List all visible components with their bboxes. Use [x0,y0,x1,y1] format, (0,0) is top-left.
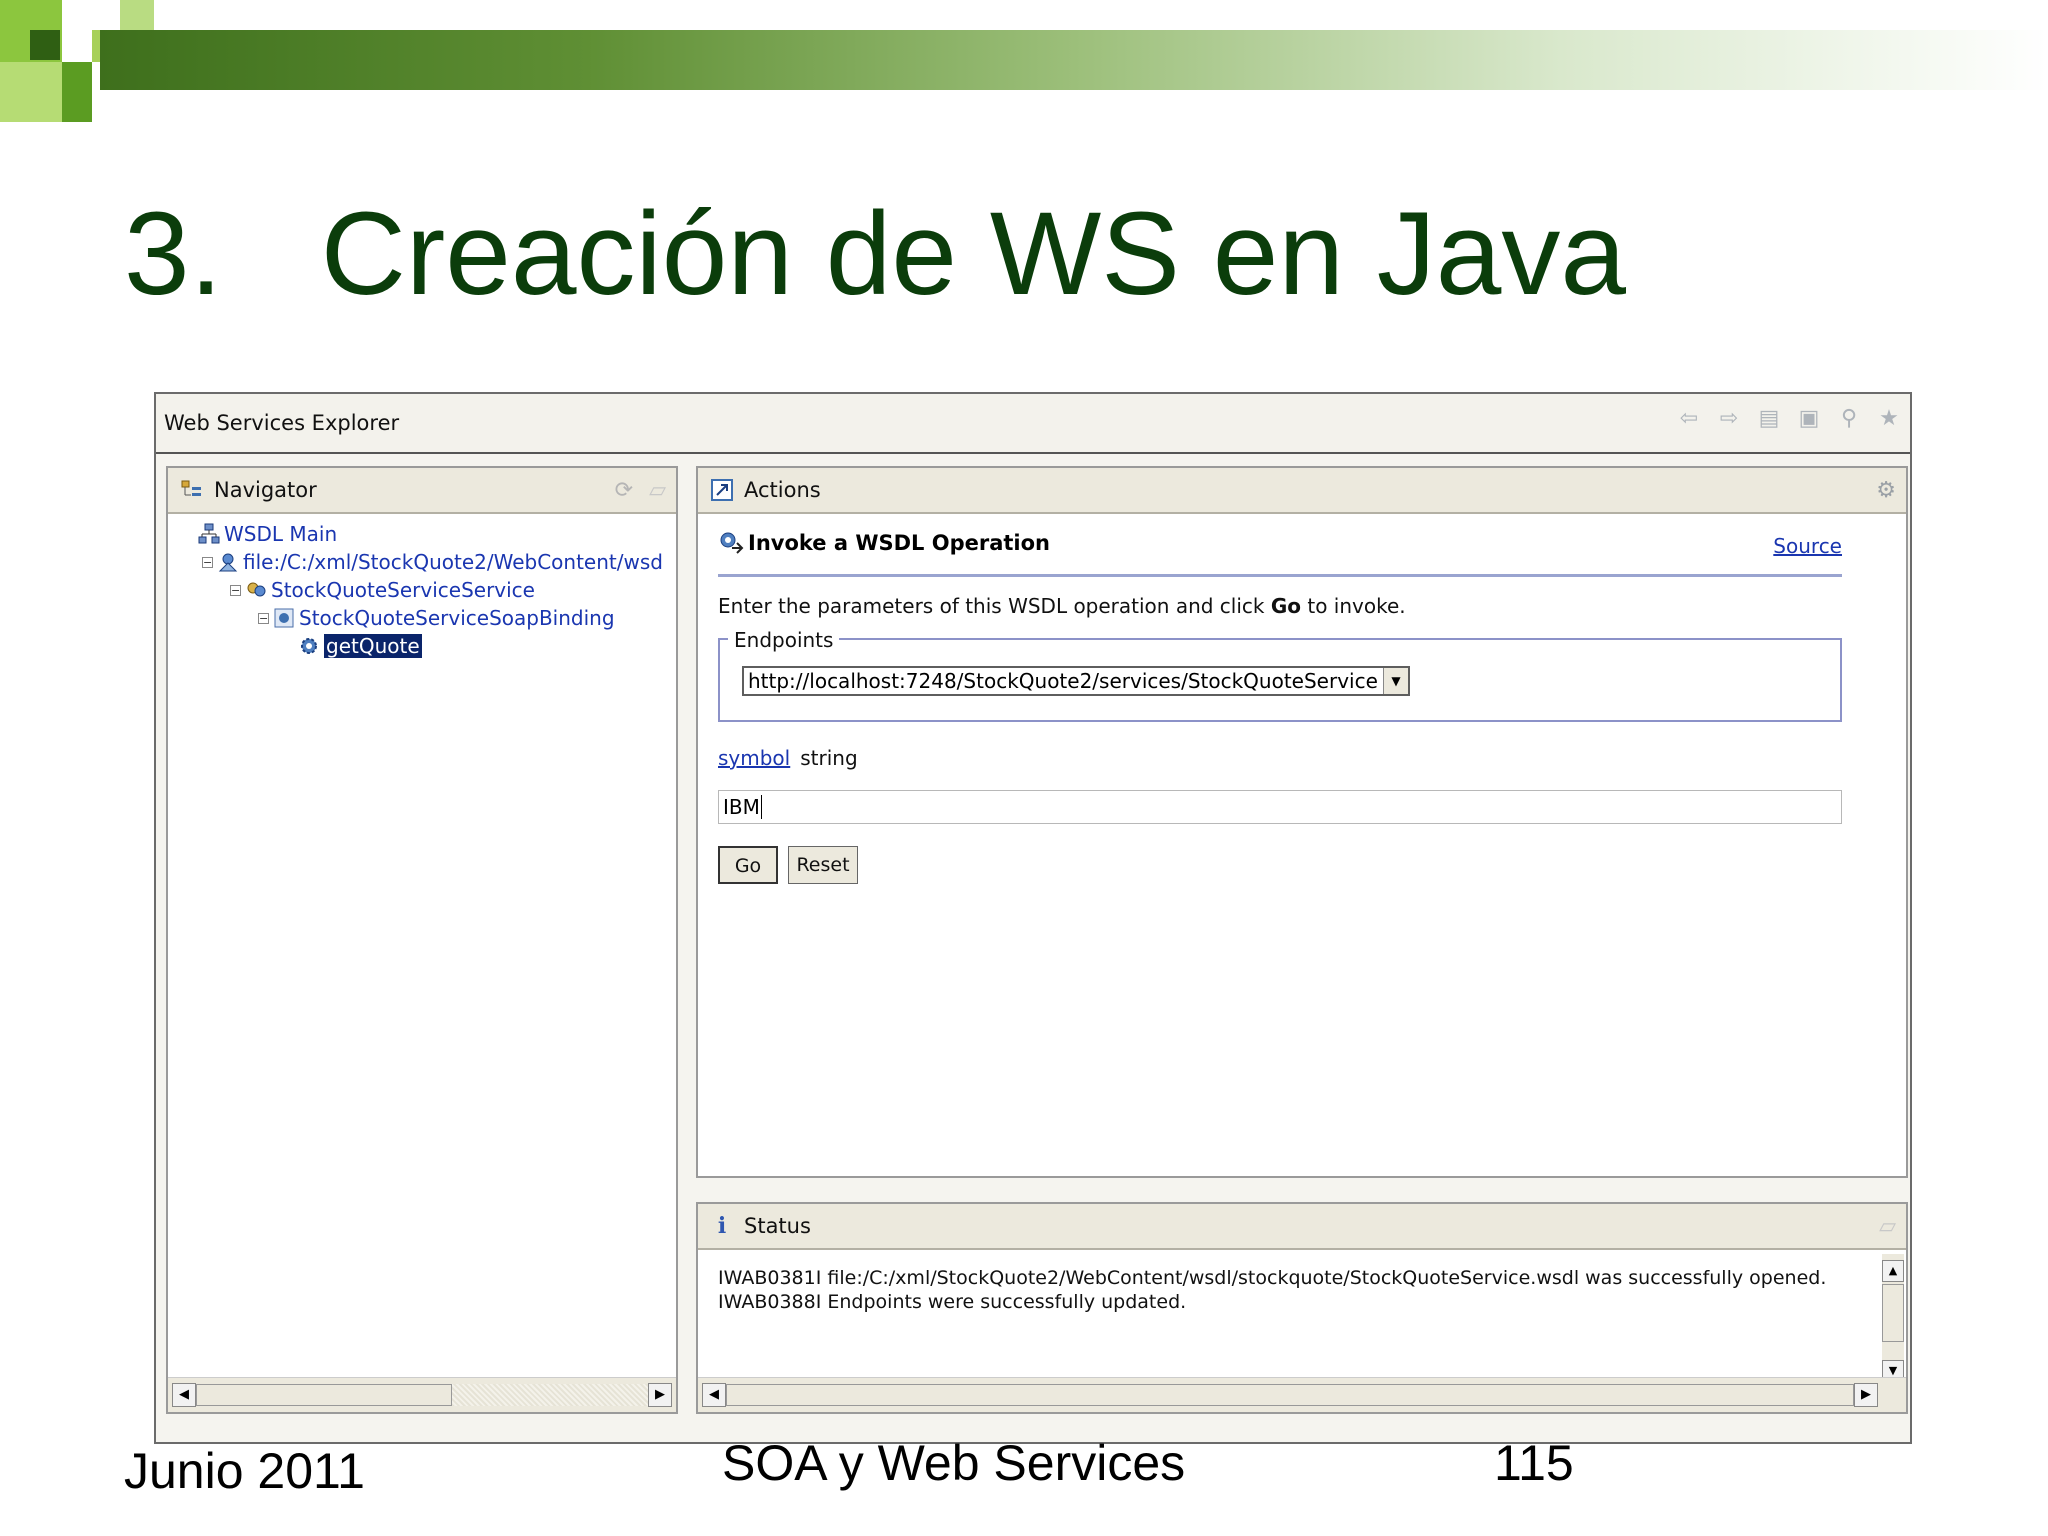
go-button[interactable]: Go [718,846,778,884]
dropdown-arrow-icon[interactable]: ▼ [1383,668,1408,694]
collapse-icon[interactable]: − [258,612,269,624]
source-link[interactable]: Source [1773,534,1842,558]
scroll-thumb[interactable] [196,1384,452,1406]
tree-node-wsdl-main[interactable]: WSDL Main [198,522,337,546]
scroll-left-icon[interactable]: ◀ [172,1383,196,1407]
wsdl-main-icon [198,523,220,545]
status-line: IWAB0381I file:/C:/xml/StockQuote2/WebCo… [718,1267,1827,1289]
wsdl-file-icon [217,551,239,573]
tree-node-operation-selected[interactable]: getQuote [298,634,422,658]
navigator-title: Navigator [214,478,317,502]
status-pane: i Status ▱ IWAB0381I file:/C:/xml/StockQ… [696,1202,1908,1414]
refresh-icon[interactable]: ⟳ [615,478,633,503]
footer-course: SOA y Web Services [722,1435,1186,1491]
endpoints-label: Endpoints [728,628,840,652]
clear-status-icon[interactable]: ▱ [1879,1214,1896,1239]
binding-icon [273,607,295,629]
invoke-icon [718,530,744,556]
clear-icon[interactable]: ▱ [649,478,666,503]
info-icon: i [717,1213,727,1239]
window-toolbar: ⇦ ⇨ ▤ ▣ ⚲ ★ [1676,406,1902,432]
scroll-right-icon[interactable]: ▶ [648,1383,672,1407]
scroll-track[interactable] [452,1384,648,1406]
invoke-heading: Invoke a WSDL Operation [718,530,1050,556]
symbol-input[interactable]: IBM​ [718,790,1842,824]
collapse-icon[interactable]: − [202,556,213,568]
maximize-icon[interactable]: ⚙ [1876,478,1896,503]
uddi-page-icon[interactable]: ▤ [1756,406,1782,432]
tree-node-service[interactable]: − StockQuoteServiceService [230,578,535,602]
back-icon[interactable]: ⇦ [1676,406,1702,432]
scroll-left-icon[interactable]: ◀ [702,1383,726,1407]
navigator-pane: Navigator ⟳ ▱ WSDL Main − file:/C:/xml/S… [166,466,678,1414]
scroll-right-icon[interactable]: ▶ [1854,1383,1878,1407]
navigator-icon [180,478,204,502]
collapse-icon[interactable]: − [230,584,241,596]
parameter-label-row: symbol string [718,746,858,770]
scroll-up-icon[interactable]: ▲ [1882,1260,1904,1282]
status-header: i Status ▱ [698,1204,1906,1250]
heading-divider [718,574,1842,577]
forward-icon[interactable]: ⇨ [1716,406,1742,432]
operation-icon [298,635,320,657]
navigator-horizontal-scrollbar[interactable]: ◀ ▶ [168,1377,676,1412]
favorites-icon[interactable]: ★ [1876,406,1902,432]
wsdl-page-icon[interactable]: ⚲ [1836,406,1862,432]
actions-pane: Actions ⚙ Invoke a WSDL Operation Source… [696,466,1908,1178]
tree-node-binding[interactable]: − StockQuoteServiceSoapBinding [258,606,615,630]
navigator-header: Navigator ⟳ ▱ [168,468,676,514]
actions-header: Actions ⚙ [698,468,1906,514]
footer-date: Junio 2011 [124,1443,365,1499]
navigator-tree: WSDL Main − file:/C:/xml/StockQuote2/Web… [168,514,676,1376]
web-services-explorer-window: Web Services Explorer ⇦ ⇨ ▤ ▣ ⚲ ★ Naviga… [154,392,1912,1444]
status-title: Status [744,1214,811,1238]
actions-icon [710,478,734,502]
window-title: Web Services Explorer [164,411,400,435]
actions-title: Actions [744,478,821,502]
status-horizontal-scrollbar[interactable]: ◀ ▶ [698,1377,1906,1412]
service-icon [245,579,267,601]
scroll-thumb[interactable] [726,1384,1854,1406]
window-header: Web Services Explorer ⇦ ⇨ ▤ ▣ ⚲ ★ [156,394,1910,454]
text-cursor: ​ [760,795,762,819]
operation-hint: Enter the parameters of this WSDL operat… [718,594,1406,618]
footer-page-number: 115 [1494,1435,1574,1491]
scroll-thumb[interactable] [1882,1284,1904,1342]
status-vertical-scrollbar[interactable]: ▲ ▼ [1882,1254,1904,1382]
tree-node-wsdl-file[interactable]: − file:/C:/xml/StockQuote2/WebContent/ws… [202,550,663,574]
wsil-page-icon[interactable]: ▣ [1796,406,1822,432]
slide-title: 3. Creación de WS en Java [124,188,1626,320]
parameter-type: string [800,746,858,770]
symbol-link[interactable]: symbol [718,746,790,770]
status-messages: IWAB0381I file:/C:/xml/StockQuote2/WebCo… [718,1266,1866,1314]
status-line: IWAB0388I Endpoints were successfully up… [718,1291,1187,1313]
reset-button[interactable]: Reset [788,846,858,884]
endpoint-select[interactable]: http://localhost:7248/StockQuote2/servic… [742,666,1410,696]
